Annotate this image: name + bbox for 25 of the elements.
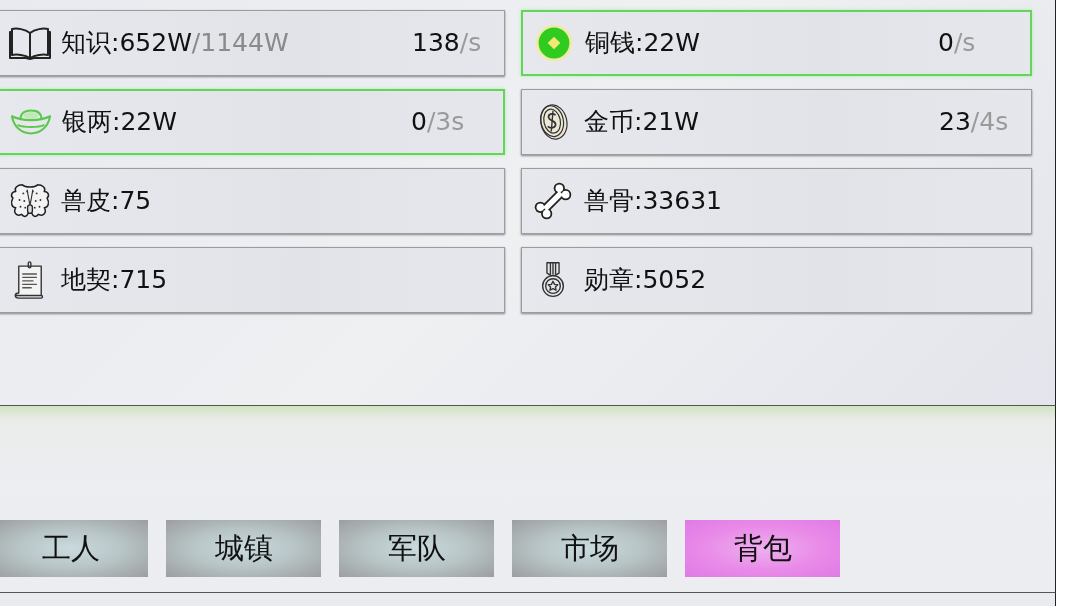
tab[interactable]: 军队 bbox=[339, 520, 494, 577]
resource-amount: 铜钱:22W bbox=[585, 27, 700, 60]
resource-amount: 金币:21W bbox=[584, 106, 699, 139]
rate-unit: /4s bbox=[970, 107, 1009, 137]
resource-limit: /1144W bbox=[191, 27, 289, 60]
resource-amount: 知识:652W bbox=[61, 27, 192, 60]
tab[interactable]: 工人 bbox=[0, 520, 148, 577]
tab[interactable]: 背包 bbox=[685, 520, 840, 577]
rate-unit: /3s bbox=[426, 107, 465, 137]
rate-value: 0 bbox=[938, 28, 954, 58]
resource-amount: 兽骨:33631 bbox=[584, 185, 722, 218]
resource-amount: 银两:22W bbox=[62, 106, 177, 139]
rate-value: 138 bbox=[412, 28, 460, 58]
resource-amount: 地契:715 bbox=[61, 264, 168, 297]
tab[interactable]: 市场 bbox=[512, 520, 667, 577]
pelt-icon bbox=[9, 182, 51, 220]
bone-icon bbox=[532, 182, 574, 220]
rate-unit: /s bbox=[459, 28, 482, 58]
resource-amount: 勋章:5052 bbox=[584, 264, 707, 297]
tab[interactable]: 城镇 bbox=[166, 520, 321, 577]
rate-value: 0 bbox=[411, 107, 427, 137]
resource-amount: 兽皮:75 bbox=[61, 185, 152, 218]
rate-value: 23 bbox=[939, 107, 971, 137]
rate-unit: /s bbox=[953, 28, 976, 58]
coin-icon bbox=[533, 24, 575, 62]
